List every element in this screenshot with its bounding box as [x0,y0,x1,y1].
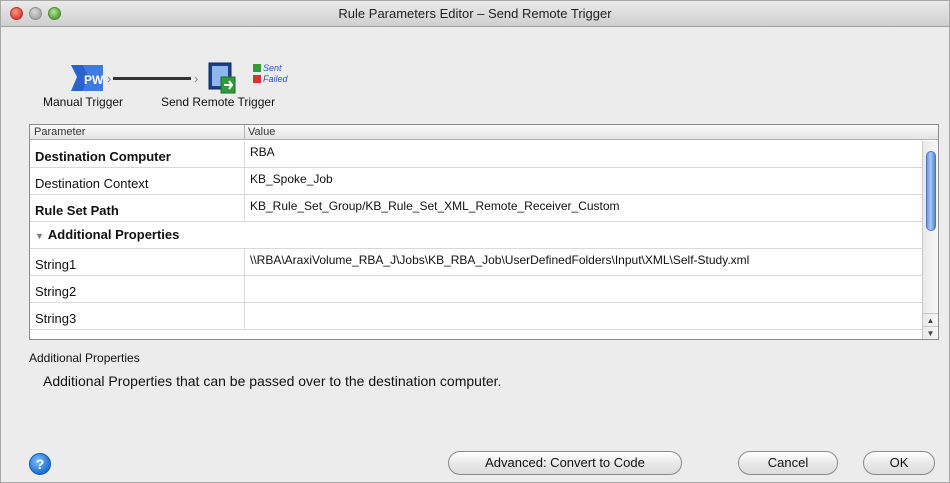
failed-status: Failed [253,74,288,84]
send-remote-trigger-icon[interactable] [207,61,237,95]
chevron-right-icon: › [107,71,112,86]
description-title: Additional Properties [29,351,140,365]
scroll-down-arrow-icon[interactable]: ▼ [923,326,938,339]
param-value[interactable]: RBA [246,141,922,167]
table-row[interactable]: String1 \\RBA\AraxiVolume_RBA_J\Jobs\KB_… [30,249,922,276]
section-header[interactable]: ▼ Additional Properties [30,222,922,248]
cancel-button[interactable]: Cancel [738,451,838,475]
failed-x-icon [253,75,261,83]
chevron-right-icon: › [194,71,199,86]
vertical-scrollbar[interactable]: ▲ ▼ [922,141,938,339]
send-remote-trigger-label: Send Remote Trigger [161,95,276,109]
disclosure-triangle-icon[interactable]: ▼ [35,231,44,241]
table-row[interactable]: Destination Context KB_Spoke_Job [30,168,922,195]
section-title: Additional Properties [47,227,180,242]
scrollbar-thumb[interactable] [926,151,936,231]
sent-check-icon [253,64,261,72]
table-row[interactable]: Destination Computer RBA [30,141,922,168]
param-name: String3 [30,303,245,329]
parameters-table: Parameter Value Destination Computer RBA… [29,124,939,340]
sent-label: Sent [263,63,282,73]
pw-logo-text: PW [84,73,104,87]
column-divider [244,125,245,140]
scroll-up-arrow-icon[interactable]: ▲ [923,313,938,326]
description-body: Additional Properties that can be passed… [43,373,502,389]
manual-trigger-icon: PW [71,65,104,91]
param-value[interactable]: KB_Spoke_Job [246,168,922,194]
param-name: Rule Set Path [30,195,245,221]
param-value[interactable]: KB_Rule_Set_Group/KB_Rule_Set_XML_Remote… [246,195,922,221]
window-title: Rule Parameters Editor – Send Remote Tri… [338,6,612,21]
sent-status: Sent [253,63,282,73]
failed-label: Failed [263,74,288,84]
param-name: String1 [30,249,245,275]
param-name: Destination Computer [30,141,245,167]
param-value[interactable] [246,303,922,329]
manual-trigger-label: Manual Trigger [43,95,124,109]
table-row[interactable]: Rule Set Path KB_Rule_Set_Group/KB_Rule_… [30,195,922,222]
table-row[interactable]: String3 [30,303,922,330]
section-row-additional-properties[interactable]: ▼ Additional Properties [30,222,922,249]
column-header-value[interactable]: Value [248,126,275,138]
table-header: Parameter Value [30,125,938,140]
column-header-parameter[interactable]: Parameter [34,126,85,138]
param-value[interactable] [246,276,922,302]
param-name: Destination Context [30,168,245,194]
ok-button[interactable]: OK [863,451,935,475]
rule-flow-diagram: PW › › Sent Failed Manual Trigger Send R… [31,53,331,113]
param-name: String2 [30,276,245,302]
help-button[interactable]: ? [29,453,51,475]
param-value[interactable]: \\RBA\AraxiVolume_RBA_J\Jobs\KB_RBA_Job\… [246,249,922,275]
advanced-convert-to-code-button[interactable]: Advanced: Convert to Code [448,451,682,475]
rule-parameters-editor-window: Rule Parameters Editor – Send Remote Tri… [0,0,950,483]
table-row[interactable]: String2 [30,276,922,303]
title-bar: Rule Parameters Editor – Send Remote Tri… [1,1,949,27]
flow-connector [113,77,191,80]
